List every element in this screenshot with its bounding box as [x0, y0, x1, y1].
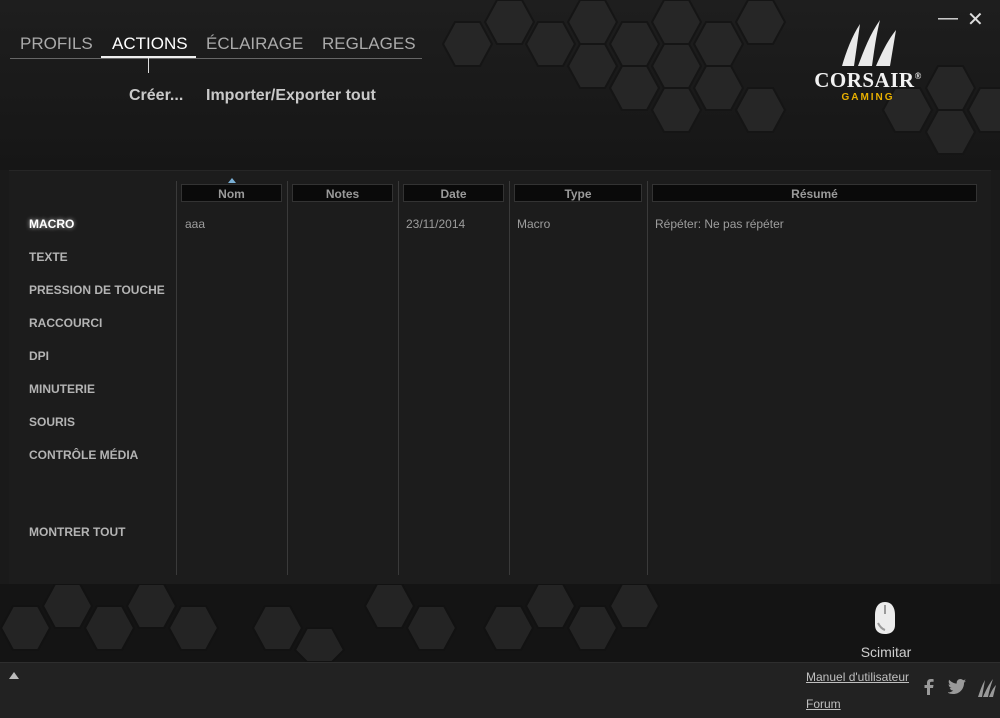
- sort-ascending-icon: [228, 178, 236, 183]
- show-all-button[interactable]: MONTRER TOUT: [29, 525, 125, 539]
- mouse-icon[interactable]: [873, 601, 897, 635]
- column-header-nom[interactable]: Nom: [181, 184, 282, 202]
- corsair-icon[interactable]: [976, 679, 996, 697]
- column-divider: [398, 181, 399, 575]
- column-divider: [287, 181, 288, 575]
- forum-link[interactable]: Forum: [806, 697, 841, 711]
- column-header-notes[interactable]: Notes: [292, 184, 393, 202]
- sidebar-item-raccourci[interactable]: RACCOURCI: [29, 316, 102, 330]
- facebook-icon[interactable]: [923, 679, 935, 695]
- sidebar-item-macro[interactable]: MACRO: [29, 217, 74, 231]
- cell-type[interactable]: Macro: [517, 217, 550, 231]
- actions-panel: MACRO TEXTE PRESSION DE TOUCHE RACCOURCI…: [9, 170, 991, 584]
- tab-reglages[interactable]: REGLAGES: [322, 34, 416, 54]
- column-header-type[interactable]: Type: [514, 184, 642, 202]
- sidebar-item-souris[interactable]: SOURIS: [29, 415, 75, 429]
- close-button[interactable]: ✕: [967, 10, 984, 30]
- footer-bar: Manuel d'utilisateur Forum: [0, 662, 1000, 718]
- column-divider: [176, 181, 177, 575]
- tab-profils[interactable]: PROFILS: [20, 34, 93, 54]
- create-button[interactable]: Créer...: [129, 87, 183, 105]
- cell-date[interactable]: 23/11/2014: [406, 217, 465, 231]
- sidebar-item-pression-de-touche[interactable]: PRESSION DE TOUCHE: [29, 283, 165, 297]
- column-header-date[interactable]: Date: [403, 184, 504, 202]
- logo-subtitle: GAMING: [841, 92, 895, 103]
- registered-mark: ®: [914, 71, 922, 81]
- corsair-logo: CORSAIR® GAMING: [812, 18, 924, 108]
- twitter-icon[interactable]: [948, 679, 966, 694]
- corsair-sails-icon: [842, 20, 896, 66]
- device-name[interactable]: Scimitar: [846, 644, 926, 660]
- sidebar-item-controle-media[interactable]: CONTRÔLE MÉDIA: [29, 448, 138, 462]
- tab-eclairage[interactable]: ÉCLAIRAGE: [206, 34, 303, 54]
- import-export-button[interactable]: Importer/Exporter tout: [206, 87, 376, 105]
- column-divider: [509, 181, 510, 575]
- column-divider: [647, 181, 648, 575]
- tab-connector-line: [148, 58, 149, 73]
- main-tabs: PROFILS ACTIONS ÉCLAIRAGE REGLAGES: [10, 30, 422, 59]
- minimize-button[interactable]: —: [938, 8, 958, 28]
- cell-summary[interactable]: Répéter: Ne pas répéter: [655, 217, 784, 231]
- logo-brand: CORSAIR®: [814, 68, 922, 92]
- tab-actions[interactable]: ACTIONS: [112, 34, 188, 54]
- sidebar-item-dpi[interactable]: DPI: [29, 349, 49, 363]
- sidebar-item-minuterie[interactable]: MINUTERIE: [29, 382, 95, 396]
- manual-link[interactable]: Manuel d'utilisateur: [806, 670, 909, 684]
- expand-up-icon[interactable]: [9, 672, 19, 679]
- column-header-resume[interactable]: Résumé: [652, 184, 977, 202]
- cell-name[interactable]: aaa: [185, 217, 205, 231]
- sidebar-item-texte[interactable]: TEXTE: [29, 250, 68, 264]
